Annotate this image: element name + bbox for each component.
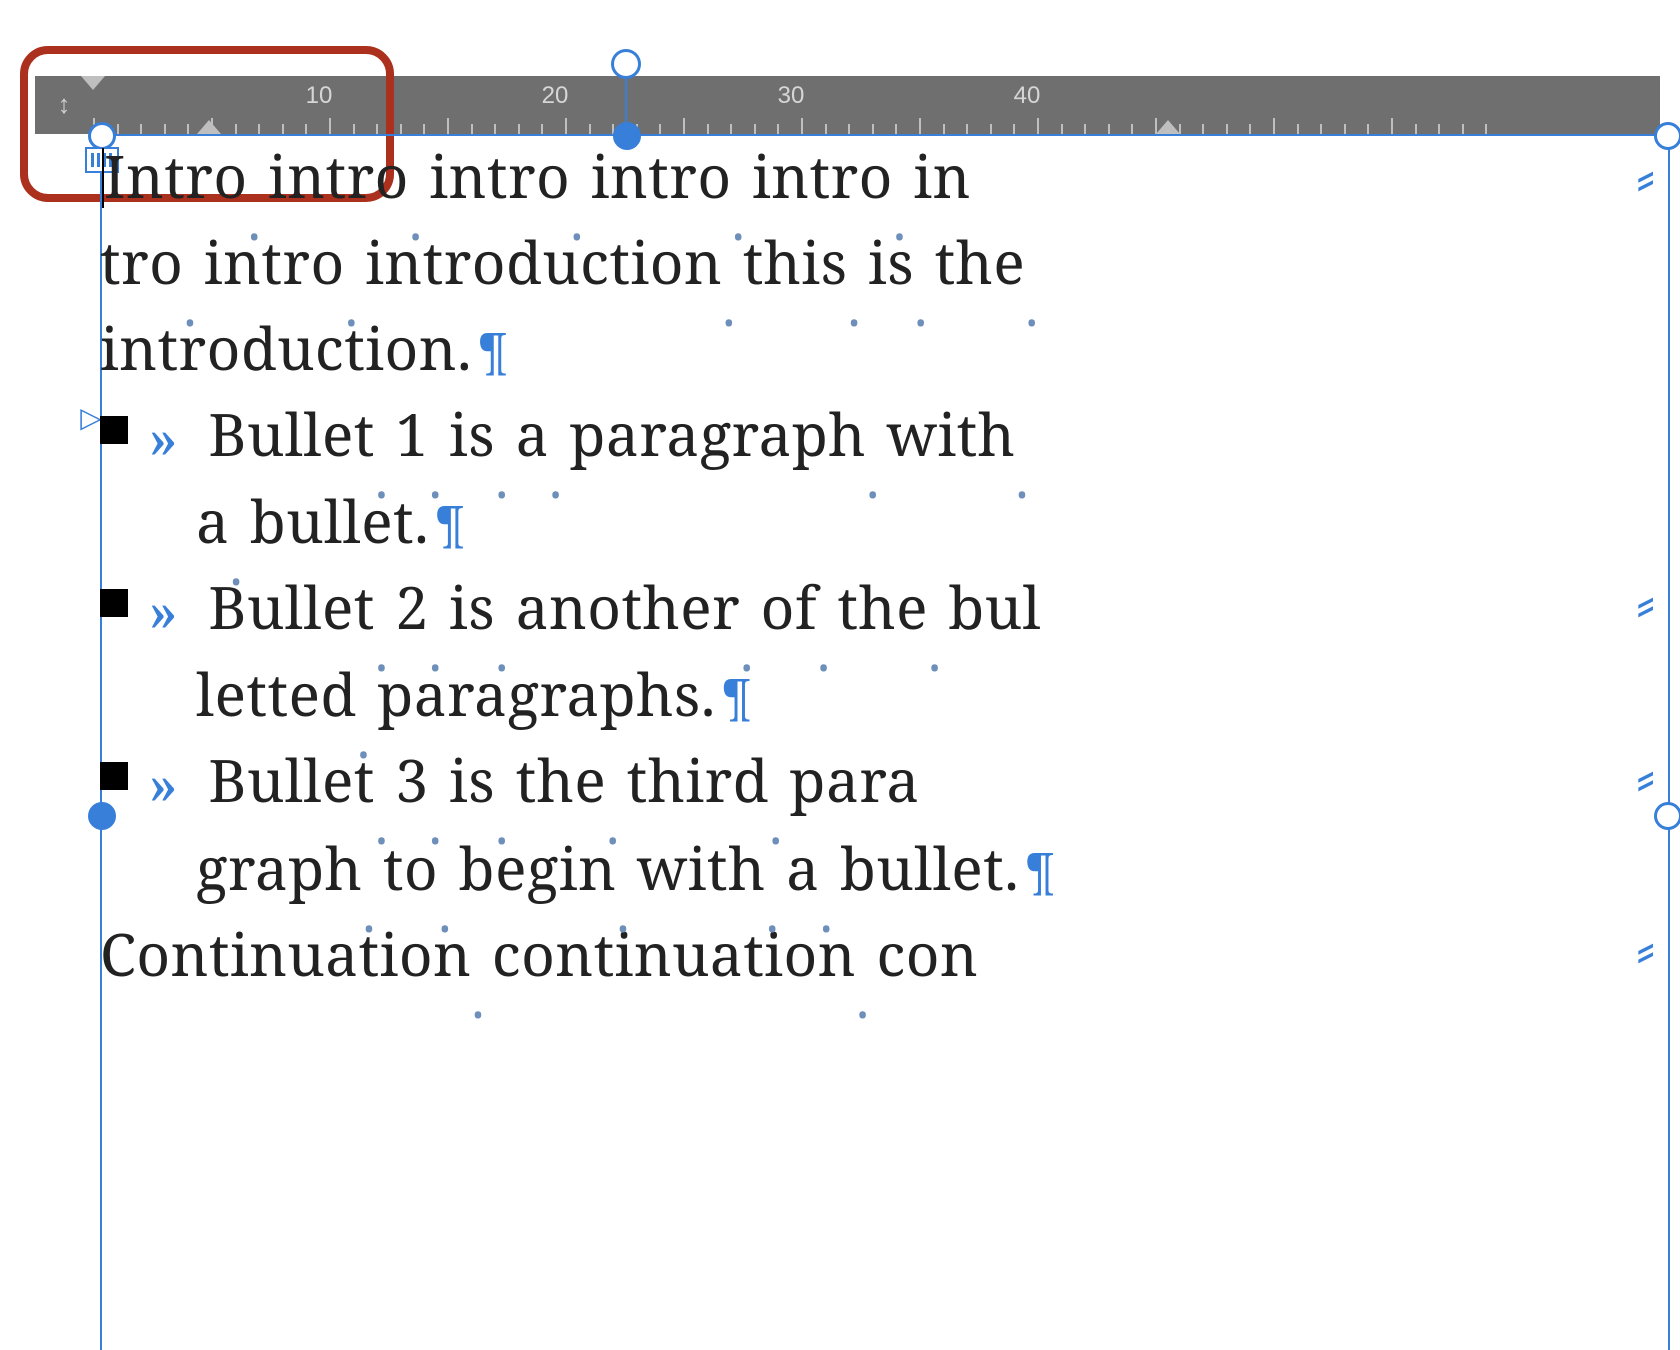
- ruler-tick: [1131, 124, 1133, 134]
- ruler-tick: [1462, 124, 1464, 134]
- ruler-tick: [305, 124, 307, 134]
- ruler-tick: [659, 124, 661, 134]
- hyphen-mark-icon: ⸗: [1636, 920, 1655, 978]
- ruler-tick: [376, 124, 378, 134]
- left-indent-marker[interactable]: [197, 120, 221, 134]
- ruler-tick: [187, 124, 189, 134]
- ruler-tick: [471, 124, 473, 134]
- ruler-tick: [1108, 124, 1110, 134]
- ruler-tick: [140, 124, 142, 134]
- ruler-tick: [990, 124, 992, 134]
- ruler-tick: [258, 124, 260, 134]
- ruler-tick: [730, 124, 732, 134]
- ruler-tick: [895, 124, 897, 134]
- ruler-tick: [400, 124, 402, 134]
- ruler-tick: [683, 118, 685, 134]
- ruler-tick: [164, 124, 166, 134]
- ruler-tick: [1320, 124, 1322, 134]
- ruler-tick: [707, 124, 709, 134]
- ruler-tick: [565, 118, 567, 134]
- ruler-tick: [282, 124, 284, 134]
- ruler-tick: [1367, 124, 1369, 134]
- pilcrow-icon: ¶: [478, 320, 508, 385]
- ruler-tick: [848, 124, 850, 134]
- ruler-tick: [589, 124, 591, 134]
- anchor-marker-icon: ▷: [80, 401, 102, 435]
- tab-cycler-icon: ↕: [58, 90, 71, 120]
- ruler-tick: [1297, 124, 1299, 134]
- ruler-tick: [754, 124, 756, 134]
- bullet-glyph: [100, 416, 128, 444]
- ruler-number: 10: [306, 82, 333, 110]
- bullet-glyph: [100, 762, 128, 790]
- ruler-tick: [1391, 118, 1393, 134]
- tab-mark-icon: »: [148, 567, 178, 652]
- ruler-tick: [1438, 124, 1440, 134]
- ruler-tick: [966, 124, 968, 134]
- ruler-tick: [1273, 118, 1275, 134]
- bullet-glyph: [100, 589, 128, 617]
- horizontal-ruler[interactable]: ↕ 10 20 30 40: [35, 76, 1660, 134]
- ruler-tick: [825, 124, 827, 134]
- ruler-number: 30: [778, 82, 805, 110]
- ruler-tick: [117, 124, 119, 134]
- ruler-tick: [1344, 124, 1346, 134]
- ruler-tick: [541, 124, 543, 134]
- ruler-number: 40: [1014, 82, 1041, 110]
- ruler-tick: [423, 124, 425, 134]
- ruler-tick: [919, 118, 921, 134]
- ruler-tick: [235, 124, 237, 134]
- story-text[interactable]: Introintrointrointrointroin trointrointr…: [100, 134, 1666, 998]
- ruler-tick: [801, 118, 803, 134]
- right-indent-marker[interactable]: [1156, 120, 1180, 134]
- ruler-tick: [1013, 124, 1015, 134]
- ruler-tick: [872, 124, 874, 134]
- ruler-tick: [1202, 124, 1204, 134]
- pilcrow-icon: ¶: [1025, 840, 1055, 905]
- ruler-tick: [1485, 124, 1487, 134]
- first-line-indent-marker[interactable]: [81, 76, 105, 90]
- ruler-tick: [777, 124, 779, 134]
- tab-mark-icon: »: [148, 394, 178, 479]
- ruler-strip[interactable]: 10 20 30 40: [93, 76, 1660, 134]
- ruler-tick: [1061, 124, 1063, 134]
- ruler-tick: [943, 124, 945, 134]
- hyphen-mark-icon: ⸗: [1636, 574, 1655, 632]
- ruler-tick: [494, 124, 496, 134]
- hyphen-mark-icon: ⸗: [1636, 748, 1655, 806]
- ruler-tick: [1415, 124, 1417, 134]
- ruler-tick: [329, 118, 331, 134]
- ruler-tick: [518, 124, 520, 134]
- ruler-tick: [1084, 124, 1086, 134]
- ruler-tick: [1249, 124, 1251, 134]
- rotation-handle[interactable]: [611, 49, 641, 79]
- tab-mark-icon: »: [148, 740, 178, 825]
- ruler-number: 20: [542, 82, 569, 110]
- ruler-tick: [1037, 118, 1039, 134]
- ruler-tick: [447, 118, 449, 134]
- ruler-tick: [1226, 124, 1228, 134]
- ruler-tick: [353, 124, 355, 134]
- hyphen-mark-icon: ⸗: [1636, 148, 1655, 206]
